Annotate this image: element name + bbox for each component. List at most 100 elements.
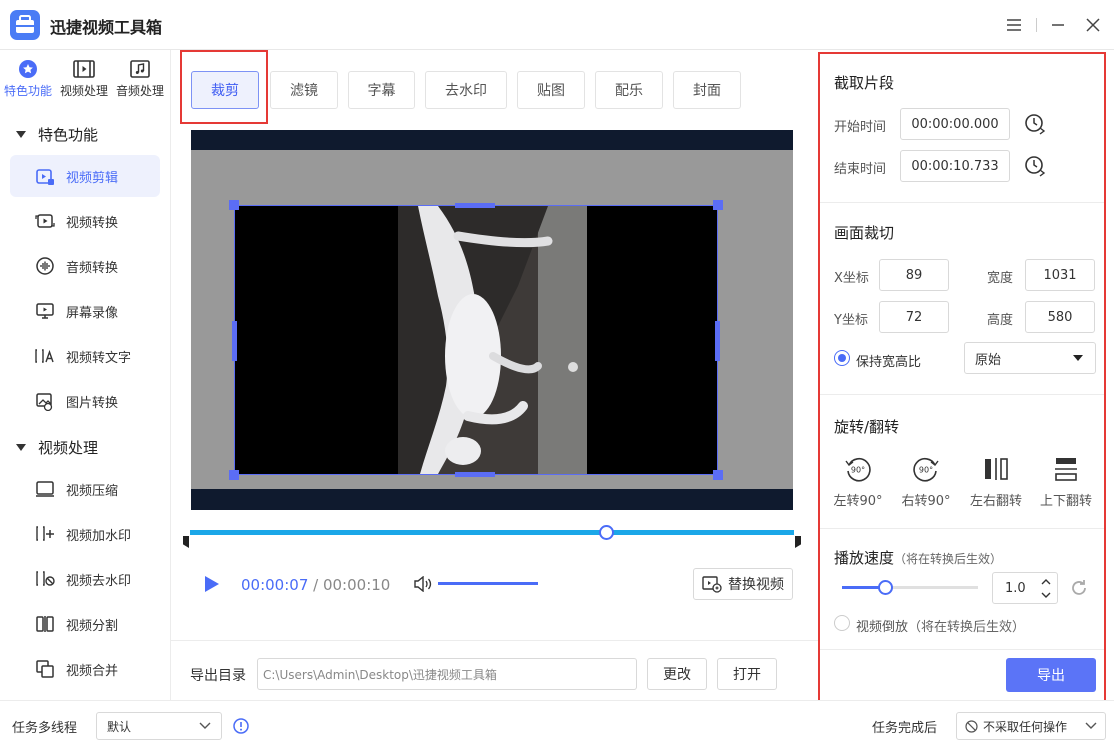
crop-handle-right[interactable] — [715, 321, 720, 361]
sidebar-item-remove-watermark[interactable]: 视频去水印 — [10, 558, 160, 600]
set-end-time-icon[interactable] — [1024, 155, 1046, 177]
ratio-select[interactable]: 原始 — [964, 342, 1096, 374]
crop-handle-bottom-left[interactable] — [229, 470, 239, 480]
tab-sticker[interactable]: 贴图 — [517, 71, 585, 109]
sidebar-item-split[interactable]: 视频分割 — [10, 603, 160, 645]
start-time-input[interactable]: 00:00:00.000 — [900, 108, 1010, 140]
minimize-icon[interactable] — [1045, 12, 1071, 38]
group-header-featured[interactable]: 特色功能 — [16, 124, 98, 145]
tab-cover[interactable]: 封面 — [673, 71, 741, 109]
sidebar-item-screen-record[interactable]: 屏幕录像 — [10, 290, 160, 332]
replace-video-label: 替换视频 — [728, 577, 784, 593]
x-coord-input[interactable]: 89 — [879, 259, 949, 291]
section-divider — [820, 528, 1104, 529]
sidebar-item-label: 视频剪辑 — [66, 170, 119, 186]
end-time-input[interactable]: 00:00:10.733 — [900, 150, 1010, 182]
info-icon[interactable] — [233, 718, 249, 734]
after-task-value: 不采取任何操作 — [983, 719, 1068, 734]
reverse-radio[interactable] — [834, 615, 850, 631]
change-dir-button[interactable]: 更改 — [647, 658, 707, 690]
reverse-note: （将在转换后生效） — [908, 620, 1026, 635]
sidebar-item-image-convert[interactable]: 图片转换 — [10, 380, 160, 422]
section-divider — [820, 202, 1104, 203]
video-frame — [191, 150, 793, 489]
y-coord-label: Y坐标 — [834, 313, 868, 328]
category-video[interactable]: 视频处理 — [56, 58, 112, 99]
sidebar-item-video-to-text[interactable]: 视频转文字 — [10, 335, 160, 377]
sidebar-item-add-watermark[interactable]: 视频加水印 — [10, 513, 160, 555]
group-header-video[interactable]: 视频处理 — [16, 437, 98, 458]
reset-speed-icon[interactable] — [1069, 578, 1089, 598]
close-icon[interactable] — [1080, 12, 1106, 38]
threads-select[interactable]: 默认 — [96, 712, 222, 740]
play-icon[interactable] — [204, 575, 220, 593]
audio-wave-icon — [34, 255, 56, 277]
sidebar-item-video-edit[interactable]: 视频剪辑 — [10, 155, 160, 197]
width-input[interactable]: 1031 — [1025, 259, 1095, 291]
replace-video-button[interactable]: 替换视频 — [693, 568, 793, 600]
sidebar-item-video-convert[interactable]: 视频转换 — [10, 200, 160, 242]
volume-slider[interactable] — [438, 582, 538, 585]
settings-panel: 截取片段 开始时间 00:00:00.000 结束时间 00:00:10.733… — [818, 52, 1106, 704]
sidebar-item-merge[interactable]: 视频合并 — [10, 648, 160, 690]
sidebar: 特色功能 视频处理 音频处理 特色功能 视频剪辑 视频转换 音频转换 屏幕录像 … — [0, 50, 171, 700]
export-path-field[interactable]: C:\Users\Admin\Desktop\迅捷视频工具箱 — [257, 658, 637, 690]
add-watermark-icon — [34, 523, 56, 545]
crop-handle-top-left[interactable] — [229, 200, 239, 210]
tab-subtitle[interactable]: 字幕 — [348, 71, 415, 109]
speed-slider-thumb[interactable] — [878, 580, 893, 595]
crop-handle-top[interactable] — [455, 203, 495, 208]
set-start-time-icon[interactable] — [1024, 113, 1046, 135]
category-audio[interactable]: 音频处理 — [112, 58, 168, 99]
group-label: 特色功能 — [38, 126, 99, 144]
rotate-right-button[interactable]: 90° 右转90° — [896, 454, 956, 509]
rotate-left-label: 左转90° — [833, 494, 883, 509]
tab-filter[interactable]: 滤镜 — [270, 71, 338, 109]
speed-slider[interactable] — [842, 586, 978, 589]
volume-icon[interactable] — [413, 576, 433, 592]
speed-title: 播放速度 — [834, 549, 895, 567]
stepper-up-icon[interactable] — [1041, 578, 1051, 586]
crop-handle-top-right[interactable] — [713, 200, 723, 210]
open-dir-button[interactable]: 打开 — [717, 658, 777, 690]
timeline-track[interactable] — [190, 530, 794, 535]
export-button[interactable]: 导出 — [1006, 658, 1096, 692]
tab-music[interactable]: 配乐 — [595, 71, 663, 109]
export-dir-label: 导出目录 — [190, 668, 246, 684]
crop-handle-left[interactable] — [232, 321, 237, 361]
tab-remove-watermark[interactable]: 去水印 — [425, 71, 507, 109]
rotate-left-button[interactable]: 90° 左转90° — [828, 454, 888, 509]
menu-icon[interactable] — [1001, 12, 1027, 38]
x-coord-label: X坐标 — [834, 271, 869, 286]
crop-handle-bottom[interactable] — [455, 472, 495, 477]
crop-handle-bottom-right[interactable] — [713, 470, 723, 480]
timeline-end-marker[interactable] — [795, 536, 801, 548]
video-convert-icon — [34, 210, 56, 232]
volume-fill — [438, 582, 538, 585]
flip-vertical-icon — [1036, 454, 1096, 484]
speed-stepper[interactable]: 1.0 — [992, 572, 1058, 604]
speed-note: （将在转换后生效） — [894, 552, 1003, 566]
crop-box[interactable] — [229, 200, 723, 480]
stepper-down-icon[interactable] — [1041, 591, 1051, 599]
flip-horizontal-button[interactable]: 左右翻转 — [966, 454, 1026, 509]
tab-crop[interactable]: 裁剪 — [191, 71, 259, 109]
category-featured[interactable]: 特色功能 — [0, 58, 56, 99]
sidebar-item-label: 图片转换 — [66, 395, 119, 411]
rotate-right-badge: 90° — [919, 466, 933, 475]
crop-section-title: 画面裁切 — [834, 224, 895, 242]
height-input[interactable]: 580 — [1025, 301, 1095, 333]
flip-vertical-button[interactable]: 上下翻转 — [1036, 454, 1096, 509]
keep-ratio-radio[interactable] — [834, 350, 850, 366]
timeline-start-marker[interactable] — [183, 536, 189, 548]
remove-watermark-icon — [34, 568, 56, 590]
after-task-select[interactable]: 不采取任何操作 — [956, 712, 1106, 740]
group-label: 视频处理 — [38, 439, 99, 457]
video-preview[interactable] — [191, 130, 793, 510]
replace-video-icon — [702, 575, 722, 593]
sidebar-item-label: 屏幕录像 — [66, 305, 119, 321]
sidebar-item-compress[interactable]: 视频压缩 — [10, 468, 160, 510]
sidebar-item-audio-convert[interactable]: 音频转换 — [10, 245, 160, 287]
timeline-playhead[interactable] — [599, 525, 615, 540]
y-coord-input[interactable]: 72 — [879, 301, 949, 333]
